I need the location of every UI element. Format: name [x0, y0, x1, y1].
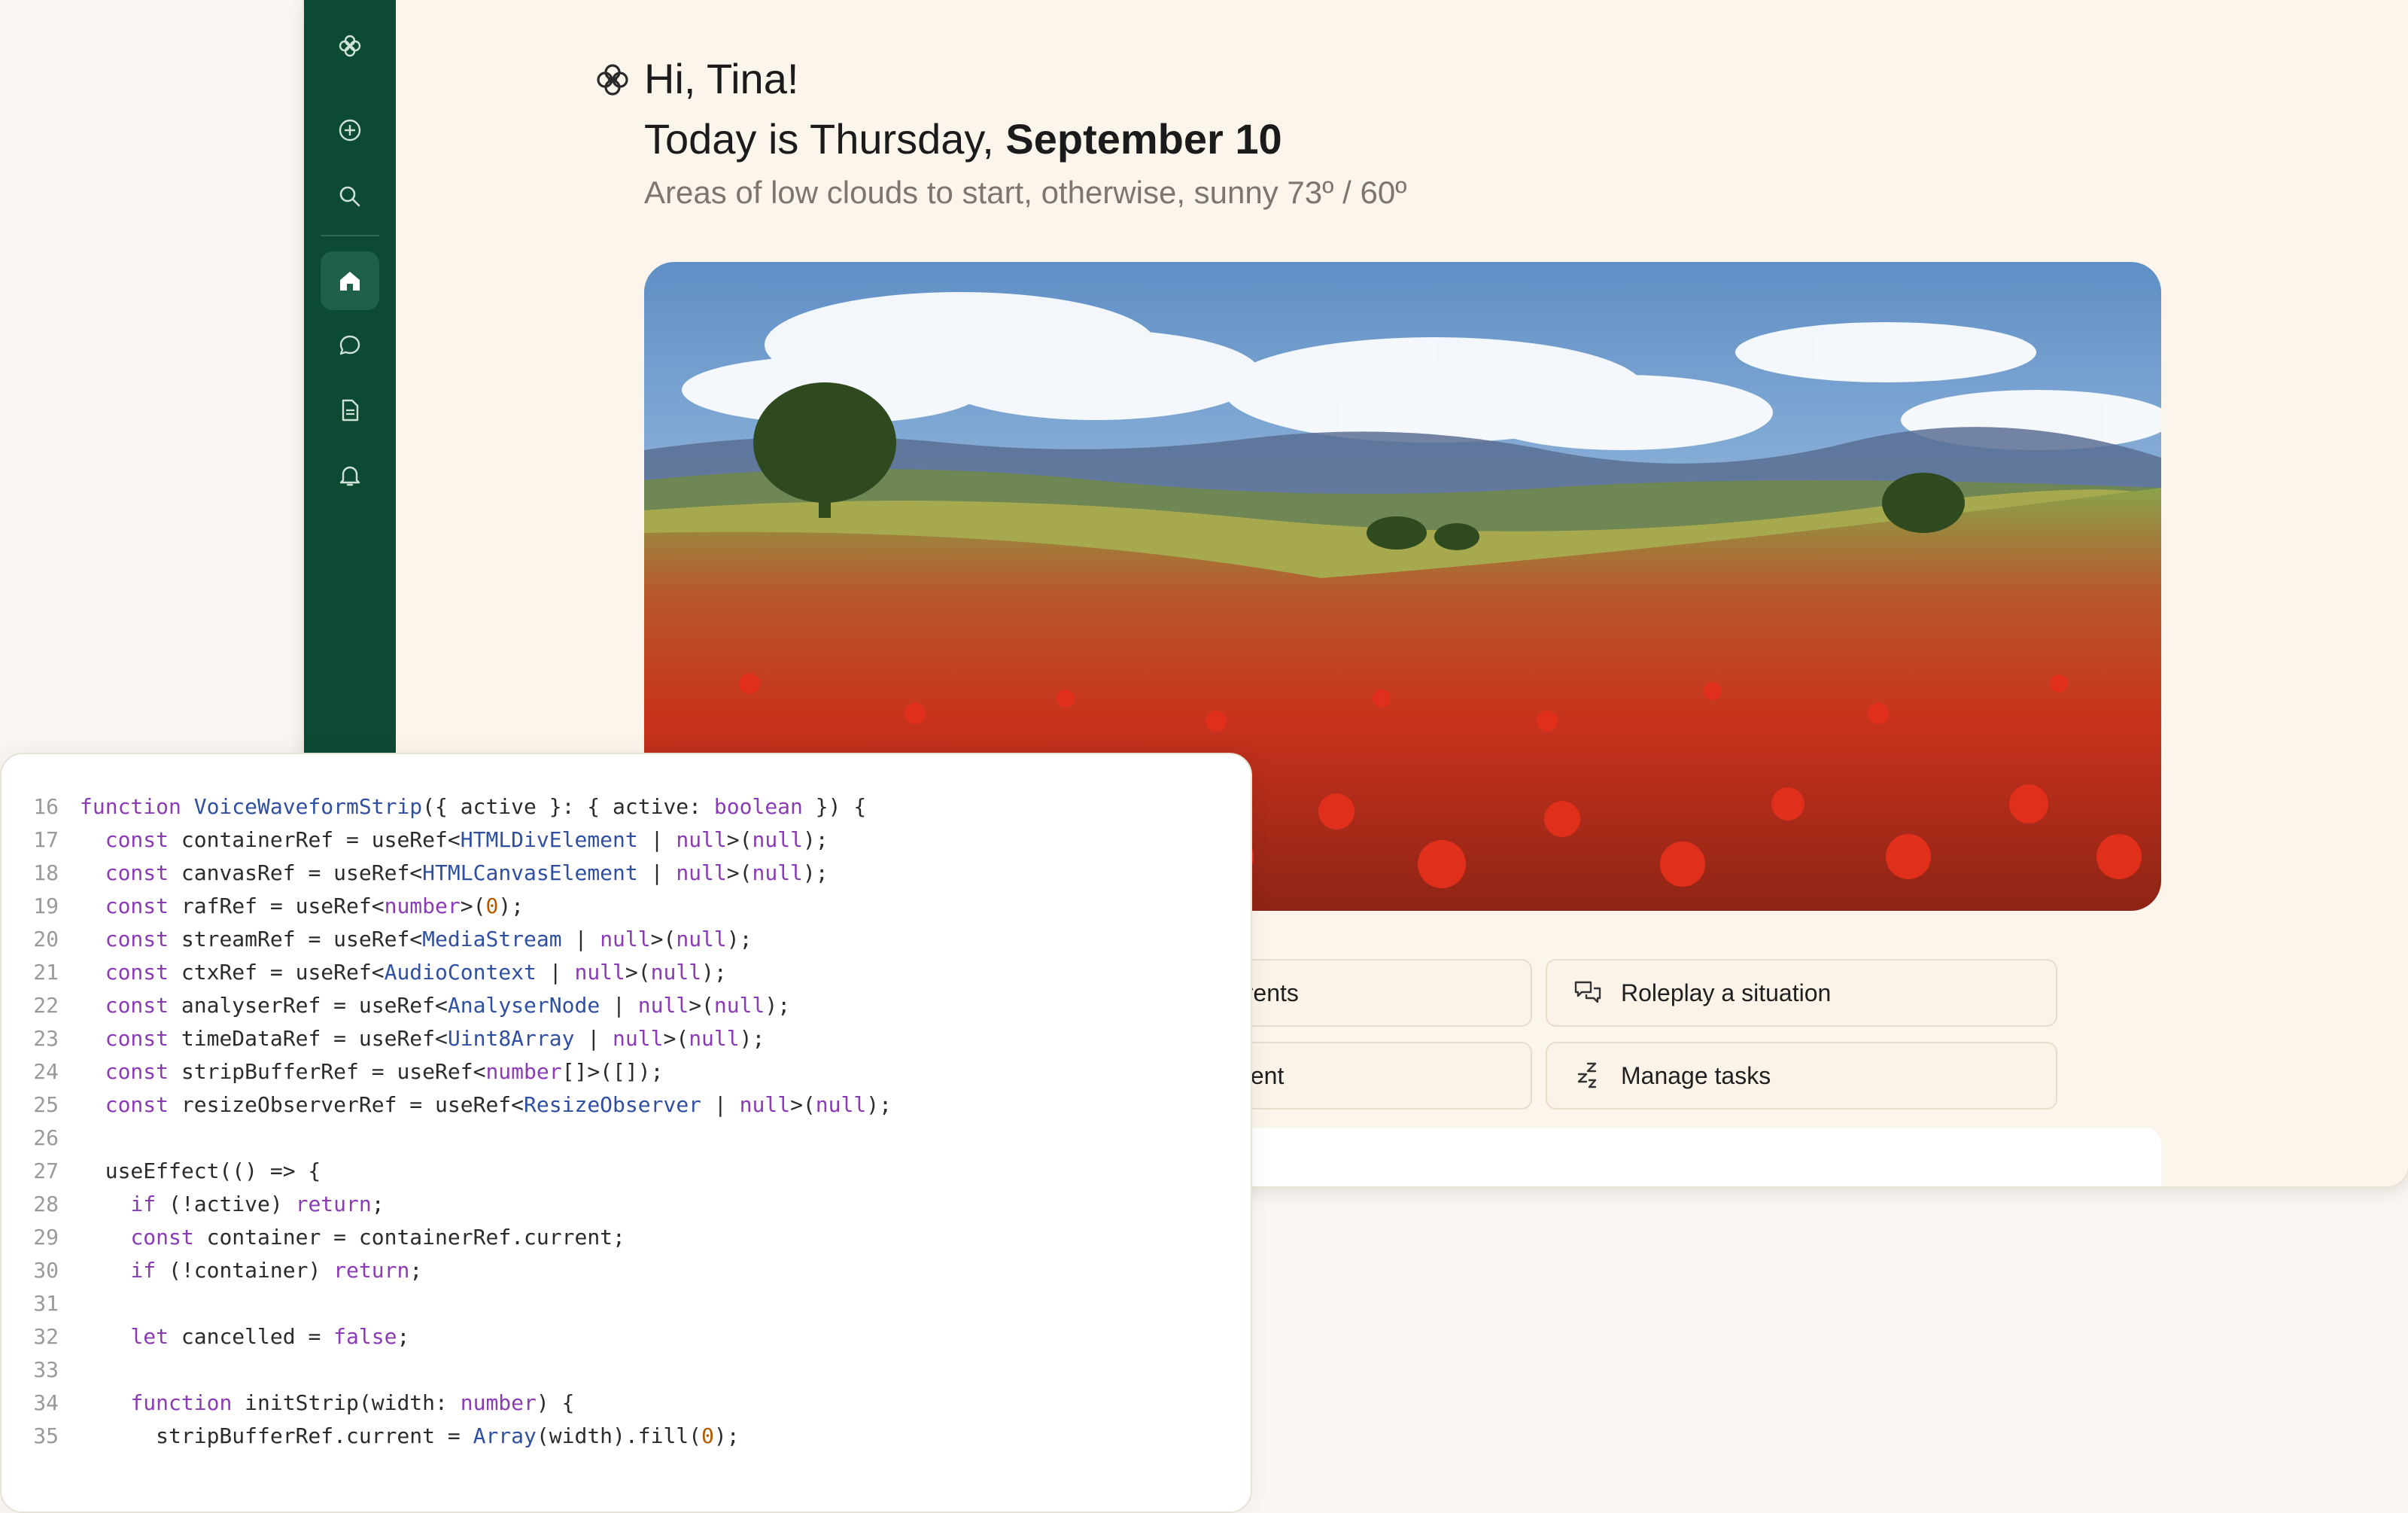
line-text: const rafRef = useRef<number>(0);	[105, 893, 524, 918]
line-text: stripBufferRef.current = Array(width).fi…	[80, 1423, 740, 1448]
code-line: 34 function initStrip(width: number) {	[2, 1387, 892, 1420]
line-number: 27	[33, 1158, 59, 1183]
suggestion-roleplay[interactable]: Roleplay a situation	[1546, 959, 2057, 1027]
greeting-title: Hi, Tina!	[644, 55, 799, 102]
sidebar-divider	[321, 235, 379, 236]
line-text: function VoiceWaveformStrip({ active }: …	[80, 794, 867, 819]
line-text: let cancelled = false;	[130, 1324, 410, 1349]
line-number: 29	[33, 1225, 59, 1250]
line-text: const stripBufferRef = useRef<number[]>(…	[105, 1059, 664, 1084]
date-line: Today is Thursday, September 10	[644, 114, 1282, 163]
line-number: 25	[33, 1092, 59, 1117]
line-number: 16	[33, 794, 59, 819]
zzz-icon	[1577, 1062, 1597, 1088]
code-line: 20 const streamRef = useRef<MediaStream …	[2, 923, 892, 956]
code-line: 33	[2, 1353, 892, 1387]
line-number: 23	[33, 1026, 59, 1051]
code-line: 29 const container = containerRef.curren…	[2, 1221, 892, 1254]
code-line: 32 let cancelled = false;	[2, 1320, 892, 1353]
suggestion-manage-tasks[interactable]: Manage tasks	[1546, 1042, 2057, 1110]
code-line: 31	[2, 1287, 892, 1320]
code-line: 18 const canvasRef = useRef<HTMLCanvasEl…	[2, 857, 892, 890]
code-line: 25 const resizeObserverRef = useRef<Resi…	[2, 1088, 892, 1122]
code-line: 16 function VoiceWaveformStrip({ active }…	[2, 790, 892, 823]
code-line: 19 const rafRef = useRef<number>(0);	[2, 890, 892, 923]
date-prefix: Today is Thursday,	[644, 115, 994, 163]
line-number: 33	[33, 1357, 59, 1382]
code-line: 21 const ctxRef = useRef<AudioContext | …	[2, 956, 892, 989]
line-text: const canvasRef = useRef<HTMLCanvasEleme…	[105, 860, 829, 885]
code-line: 30 if (!container) return;	[2, 1254, 892, 1287]
line-text: const resizeObserverRef = useRef<ResizeO…	[105, 1092, 892, 1117]
chat-bubbles-icon	[1574, 981, 1601, 1003]
code-line: 22 const analyserRef = useRef<AnalyserNo…	[2, 989, 892, 1022]
line-number: 31	[33, 1291, 59, 1316]
line-text: useEffect(() => {	[80, 1158, 321, 1183]
line-text: const analyserRef = useRef<AnalyserNode …	[105, 993, 791, 1018]
line-number: 20	[33, 927, 59, 951]
line-number: 18	[33, 860, 59, 885]
logo-icon[interactable]	[321, 17, 379, 75]
line-text: const containerRef = useRef<HTMLDivEleme…	[105, 827, 829, 852]
search-icon[interactable]	[321, 167, 379, 226]
line-text: const streamRef = useRef<MediaStream | n…	[105, 927, 752, 951]
line-text: const timeDataRef = useRef<Uint8Array | …	[105, 1026, 765, 1051]
line-number: 22	[33, 993, 59, 1018]
code-line: 35 stripBufferRef.current = Array(width)…	[2, 1420, 892, 1453]
line-number: 28	[33, 1192, 59, 1216]
line-text: if (!active) return;	[130, 1192, 385, 1216]
bell-icon[interactable]	[321, 446, 379, 504]
chat-icon[interactable]	[321, 316, 379, 375]
code-line: 27 useEffect(() => {	[2, 1155, 892, 1188]
line-number: 24	[33, 1059, 59, 1084]
code-line: 28 if (!active) return;	[2, 1188, 892, 1221]
home-icon[interactable]	[321, 251, 379, 310]
line-number: 17	[33, 827, 59, 852]
line-number: 19	[33, 893, 59, 918]
code-panel: 16 function VoiceWaveformStrip({ active }…	[0, 753, 1252, 1513]
document-icon[interactable]	[321, 381, 379, 440]
new-chat-icon[interactable]	[321, 101, 379, 160]
line-number: 35	[33, 1423, 59, 1448]
code-line: 26	[2, 1122, 892, 1155]
assistant-logo-icon	[597, 64, 628, 96]
code-line: 17 const containerRef = useRef<HTMLDivEl…	[2, 823, 892, 857]
line-number: 34	[33, 1390, 59, 1415]
code-line: 24 const stripBufferRef = useRef<number[…	[2, 1055, 892, 1088]
line-text: const container = containerRef.current;	[130, 1225, 625, 1250]
code-line: 23 const timeDataRef = useRef<Uint8Array…	[2, 1022, 892, 1055]
date-bold: September 10	[1005, 115, 1282, 163]
line-text: function initStrip(width: number) {	[130, 1390, 575, 1415]
line-text: const ctxRef = useRef<AudioContext | nul…	[105, 960, 727, 985]
suggestion-label: Manage tasks	[1621, 1061, 1771, 1089]
line-number: 21	[33, 960, 59, 985]
suggestion-label: Roleplay a situation	[1621, 979, 1832, 1006]
line-number: 32	[33, 1324, 59, 1349]
composer-input[interactable]	[1133, 1128, 2161, 1186]
weather-summary: Areas of low clouds to start, otherwise,…	[644, 175, 1407, 210]
line-text: if (!container) return;	[130, 1258, 423, 1283]
line-number: 30	[33, 1258, 59, 1283]
line-number: 26	[33, 1125, 59, 1150]
code-lines: 16 function VoiceWaveformStrip({ active }…	[2, 790, 892, 1453]
